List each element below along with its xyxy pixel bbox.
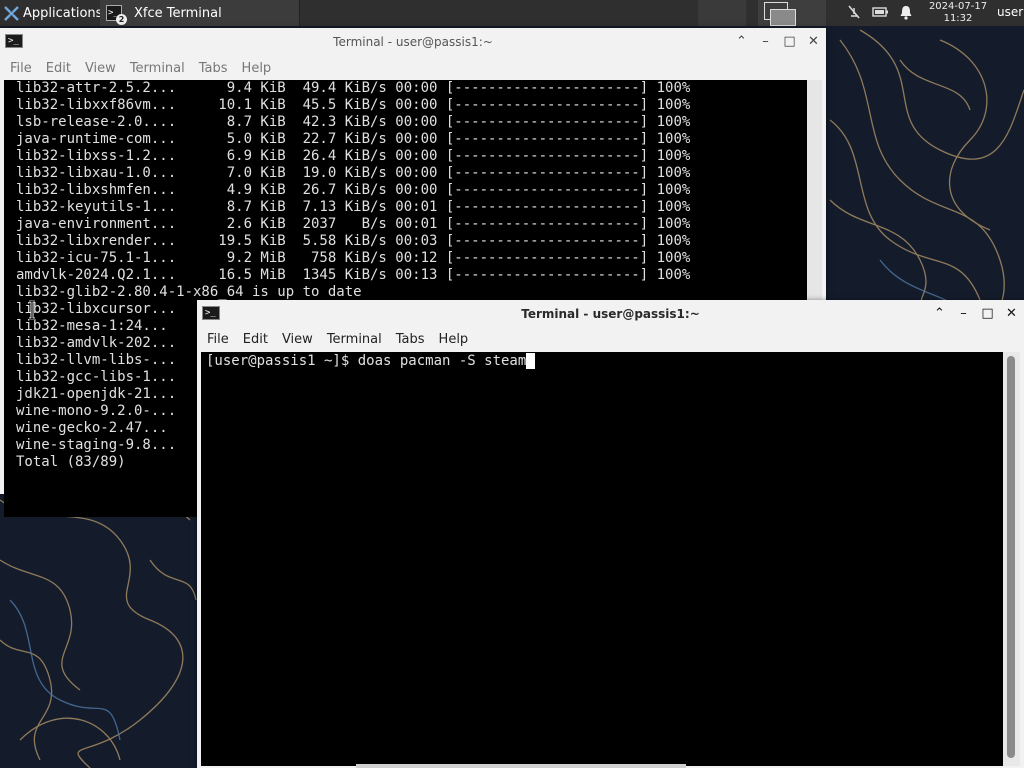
terminal-line: lib32-attr-2.5.2... 9.4 KiB 49.4 KiB/s 0… (16, 80, 691, 96)
window-titlebar[interactable]: >_ Terminal - user@passis1:~ ⌃ – □ ✕ (0, 28, 826, 56)
menu-file[interactable]: File (10, 61, 32, 76)
terminal-line: lib32-libxxf86vm... 10.1 KiB 45.5 KiB/s … (16, 97, 691, 113)
menu-bar: File Edit View Terminal Tabs Help (197, 328, 1024, 350)
battery-icon[interactable] (872, 5, 889, 19)
menu-view[interactable]: View (85, 61, 116, 76)
terminal-line: lib32-libxrender... 19.5 KiB 5.58 KiB/s … (16, 233, 691, 249)
top-panel: Applications ⋮ >_2 Xfce Terminal 2024-07… (0, 0, 1024, 26)
shade-button[interactable]: ⌃ (735, 33, 748, 50)
clock-time: 11:32 (943, 13, 973, 24)
terminal-line: lib32-icu-75.1-1... 9.2 MiB 758 KiB/s 00… (16, 250, 691, 266)
close-button[interactable]: ✕ (1005, 305, 1018, 322)
menu-help[interactable]: Help (242, 61, 272, 76)
terminal-line: lib32-libxau-1.0... 7.0 KiB 19.0 KiB/s 0… (16, 165, 691, 181)
menu-terminal[interactable]: Terminal (130, 61, 185, 76)
maximize-button[interactable]: □ (981, 305, 994, 322)
scrollbar-thumb[interactable] (1007, 356, 1015, 758)
terminal-line: lib32-libxss-1.2... 6.9 KiB 26.4 KiB/s 0… (16, 148, 691, 164)
terminal-line: lib32-libxshmfen... 4.9 KiB 26.7 KiB/s 0… (16, 182, 691, 198)
window-title: Terminal - user@passis1:~ (333, 35, 493, 49)
window-resize-edge[interactable] (356, 764, 686, 768)
menu-terminal[interactable]: Terminal (327, 332, 382, 347)
terminal-line: amdvlk-2024.Q2.1... 16.5 MiB 1345 KiB/s … (16, 267, 691, 283)
terminal-line: lsb-release-2.0.... 8.7 KiB 42.3 KiB/s 0… (16, 114, 691, 130)
menu-view[interactable]: View (282, 332, 313, 347)
shade-button[interactable]: ⌃ (933, 305, 946, 322)
window-titlebar[interactable]: >_ Terminal - user@passis1:~ ⌃ – □ ✕ (197, 300, 1024, 328)
clock-date: 2024-07-17 (928, 1, 988, 12)
menu-help[interactable]: Help (439, 332, 469, 347)
scrollbar[interactable] (1003, 352, 1020, 766)
terminal-window-active[interactable]: >_ Terminal - user@passis1:~ ⌃ – □ ✕ Fil… (197, 300, 1024, 768)
applications-label: Applications (23, 5, 103, 21)
taskbar-label: Xfce Terminal (134, 5, 222, 21)
typed-command: doas pacman -S steam (357, 353, 527, 369)
terminal-line: java-environment... 2.6 KiB 2037 B/s 00:… (16, 216, 691, 232)
close-button[interactable]: ✕ (807, 33, 820, 50)
terminal-line: lib32-glib2-2.80.4-1-x86_64 is up to dat… (16, 284, 362, 300)
notification-off-icon[interactable] (846, 4, 862, 20)
terminal-line: lib32-keyutils-1... 8.7 KiB 7.13 KiB/s 0… (16, 199, 691, 215)
menu-file[interactable]: File (207, 332, 229, 347)
bell-icon[interactable] (899, 4, 913, 20)
menu-bar: File Edit View Terminal Tabs Help (0, 56, 826, 80)
clock[interactable]: 2024-07-17 11:32 (926, 1, 990, 25)
text-cursor (526, 353, 536, 369)
user-menu[interactable]: user (997, 5, 1023, 19)
xfce-logo-icon (4, 5, 19, 21)
taskbar-button-terminal[interactable]: >_ 2 Xfce Terminal (100, 0, 300, 26)
window-count-badge: 2 (116, 14, 127, 25)
system-tray (846, 4, 913, 20)
mouse-ibeam-cursor-icon (29, 300, 35, 320)
minimize-button[interactable]: – (957, 305, 970, 322)
workspace-window-preview (770, 9, 796, 26)
window-title: Terminal - user@passis1:~ (521, 307, 700, 321)
menu-tabs[interactable]: Tabs (199, 61, 228, 76)
show-desktop-button[interactable] (698, 0, 746, 26)
menu-edit[interactable]: Edit (243, 332, 268, 347)
terminal-input-area[interactable]: [user@passis1 ~]$ doas pacman -S steam (201, 352, 1003, 766)
prompt-line: [user@passis1 ~]$ doas pacman -S steam (206, 353, 1003, 370)
maximize-button[interactable]: □ (783, 33, 796, 50)
terminal-icon: >_ 2 (106, 5, 127, 25)
minimize-button[interactable]: – (759, 33, 772, 50)
menu-edit[interactable]: Edit (46, 61, 71, 76)
menu-tabs[interactable]: Tabs (396, 332, 425, 347)
shell-prompt: [user@passis1 ~]$ (206, 353, 358, 369)
terminal-line: java-runtime-com... 5.0 KiB 22.7 KiB/s 0… (16, 131, 691, 147)
workspace-switcher[interactable] (758, 0, 826, 26)
